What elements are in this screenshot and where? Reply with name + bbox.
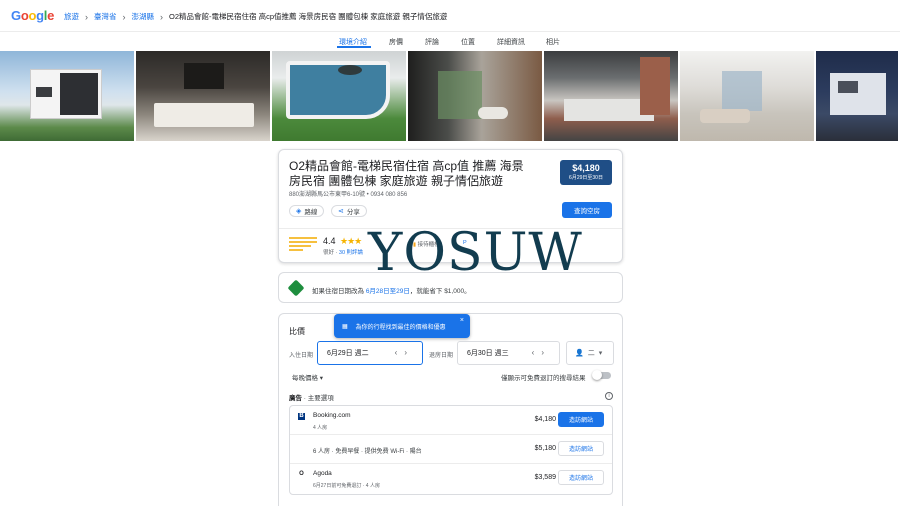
photo-bedroom[interactable] <box>136 51 270 141</box>
checkin-value: 6月29日 週二 <box>327 350 369 357</box>
section-tabs: 環境介紹 房價 評論 位置 詳細資訊 相片 <box>0 32 900 49</box>
hotel-address: 880澎湖縣馬公市東甲6-10號 • 0934 080 856 <box>289 192 408 198</box>
close-icon[interactable]: × <box>460 317 464 324</box>
per-night-dropdown[interactable]: 每晚價格 ▾ <box>292 372 323 382</box>
tab-photos[interactable]: 相片 <box>546 37 560 47</box>
breadcrumb: 旅遊 › 臺灣省 › 澎湖縣 › O2精品會館-電梯民宿住宿 高cp值推薦 海景… <box>64 11 447 22</box>
ad-label: · 主要選項 <box>302 395 334 402</box>
room-description: 6 人房 · 免費早餐 · 提供免費 Wi-Fi · 陽台 <box>313 449 422 455</box>
date-deal-banner: 如果住宿日期改為 6月28日至29日，就能省下 $1,000。 <box>278 272 623 303</box>
price-tip-tooltip: ▦ 為你的行程找到最佳的價格和優惠 × <box>334 314 470 338</box>
price-badge-dates: 6月29日至30日 <box>569 175 603 181</box>
agoda-logo-icon: O <box>299 471 304 477</box>
deal-suffix: ，就能省下 $1,000。 <box>409 288 471 295</box>
offer-row-booking-room: 6 人房 · 免費早餐 · 提供免費 Wi-Fi · 陽台 $5,180 造訪網… <box>290 435 612 464</box>
hotel-name: O2精品會館-電梯民宿住宿 高cp值 推薦 海景房民宿 團體包棟 家庭旅遊 親子… <box>289 159 524 188</box>
free-cancel-toggle-label: 僅顯示可免費退訂的搜尋結果 <box>501 375 586 382</box>
section-title: 比價 <box>289 327 305 336</box>
offer-price: $5,180 <box>534 445 556 452</box>
free-cancel-toggle[interactable] <box>592 370 611 380</box>
rating-stars: ★★★ <box>340 236 362 246</box>
visit-site-button[interactable]: 造訪網站 <box>558 470 604 485</box>
tab-rooms[interactable]: 房價 <box>389 37 403 47</box>
check-availability-button[interactable]: 查詢空房 <box>562 202 612 218</box>
photo-building-exterior[interactable] <box>0 51 134 141</box>
directions-label: 路線 <box>304 209 318 216</box>
price-tag-icon <box>287 279 305 297</box>
date-stepper-icon[interactable]: ‹› <box>532 348 551 357</box>
directions-button[interactable]: ◈ 路線 <box>289 205 325 217</box>
photo-bathroom[interactable] <box>408 51 542 141</box>
offer-row-agoda: O Agoda 6月27日前可免費退訂 · 4 人房 $3,589 造訪網站 <box>290 464 612 494</box>
breadcrumb-county[interactable]: 澎湖縣 <box>132 11 155 22</box>
breadcrumb-current: O2精品會館-電梯民宿住宿 高cp值推薦 海景房民宿 團體包棟 家庭旅遊 親子情… <box>169 12 448 21</box>
photo-night-exterior[interactable] <box>816 51 898 141</box>
directions-icon: ◈ <box>296 208 302 215</box>
rating-word: 很好 · <box>323 250 339 256</box>
rating-histogram <box>289 237 317 253</box>
info-icon[interactable]: i <box>605 392 613 400</box>
checkout-label: 退房日期 <box>429 353 454 359</box>
photo-kitchen[interactable] <box>544 51 678 141</box>
provider-name[interactable]: Booking.com <box>313 412 351 419</box>
guests-selector[interactable]: 👤 二 ▾ <box>566 341 614 365</box>
booking-logo-icon: B <box>298 413 305 420</box>
chevron-right-icon: › <box>85 11 88 22</box>
photo-strip <box>0 51 900 141</box>
offer-price: $3,589 <box>534 474 556 481</box>
calendar-icon: ▦ <box>342 323 348 330</box>
top-bar: Google 旅遊 › 臺灣省 › 澎湖縣 › O2精品會館-電梯民宿住宿 高c… <box>0 0 900 32</box>
deal-dates-link[interactable]: 6月28日至29日 <box>366 288 410 295</box>
visit-site-button[interactable]: 造訪網站 <box>558 441 604 456</box>
photo-pool[interactable] <box>272 51 406 141</box>
chevron-right-icon: › <box>160 11 163 22</box>
google-logo[interactable]: Google <box>11 8 54 23</box>
breadcrumb-travel[interactable]: 旅遊 <box>64 11 79 22</box>
rating-summary: 很好 · 30 則評論 <box>323 248 363 256</box>
ad-badge: 廣告 <box>289 395 302 402</box>
tab-details[interactable]: 詳細資訊 <box>497 37 525 47</box>
price-badge[interactable]: $4,180 6月29日至30日 <box>560 160 612 185</box>
person-icon: 👤 <box>575 350 584 357</box>
checkout-date-field[interactable]: 6月30日 週三 ‹› <box>457 341 560 365</box>
share-icon: ⋖ <box>338 208 344 215</box>
tab-location[interactable]: 位置 <box>461 37 475 47</box>
date-stepper-icon[interactable]: ‹› <box>395 348 414 357</box>
price-comparison-section: 比價 ▦ 為你的行程找到最佳的價格和優惠 × 入住日期 6月29日 週二 ‹› … <box>278 313 623 506</box>
ads-heading: 廣告 · 主要選項 <box>289 392 334 402</box>
chevron-right-icon: › <box>122 11 126 22</box>
deal-text: 如果住宿日期改為 6月28日至29日，就能省下 $1,000。 <box>312 285 471 295</box>
share-label: 分享 <box>346 209 360 216</box>
tooltip-text: 為你的行程找到最佳的價格和優惠 <box>355 324 446 331</box>
offer-row-booking: B Booking.com 4 人房 $4,180 造訪網站 <box>290 406 612 435</box>
deal-prefix: 如果住宿日期改為 <box>312 288 366 295</box>
active-tab-indicator <box>337 46 371 48</box>
provider-sub: 6月27日前可免費退訂 · 4 人房 <box>313 483 380 489</box>
provider-name[interactable]: Agoda <box>313 470 332 477</box>
breadcrumb-province[interactable]: 臺灣省 <box>94 11 117 22</box>
checkin-label: 入住日期 <box>289 353 314 359</box>
tab-reviews[interactable]: 評論 <box>425 37 439 47</box>
provider-sub: 4 人房 <box>313 425 328 431</box>
rating-score: 4.4 <box>323 236 336 246</box>
guests-value: 二 <box>587 350 595 357</box>
visit-site-button[interactable]: 造訪網站 <box>558 412 604 427</box>
price-badge-amount: $4,180 <box>572 163 600 173</box>
checkin-date-field[interactable]: 6月29日 週二 ‹› <box>317 341 423 365</box>
share-button[interactable]: ⋖ 分享 <box>331 205 367 217</box>
photo-living-room[interactable] <box>680 51 814 141</box>
offer-price: $4,180 <box>534 416 556 423</box>
checkout-value: 6月30日 週三 <box>467 350 509 357</box>
offers-list: B Booking.com 4 人房 $4,180 造訪網站 6 人房 · 免費… <box>289 405 613 495</box>
reviews-link[interactable]: 30 則評論 <box>339 250 363 256</box>
chevron-down-icon: ▾ <box>598 350 603 357</box>
